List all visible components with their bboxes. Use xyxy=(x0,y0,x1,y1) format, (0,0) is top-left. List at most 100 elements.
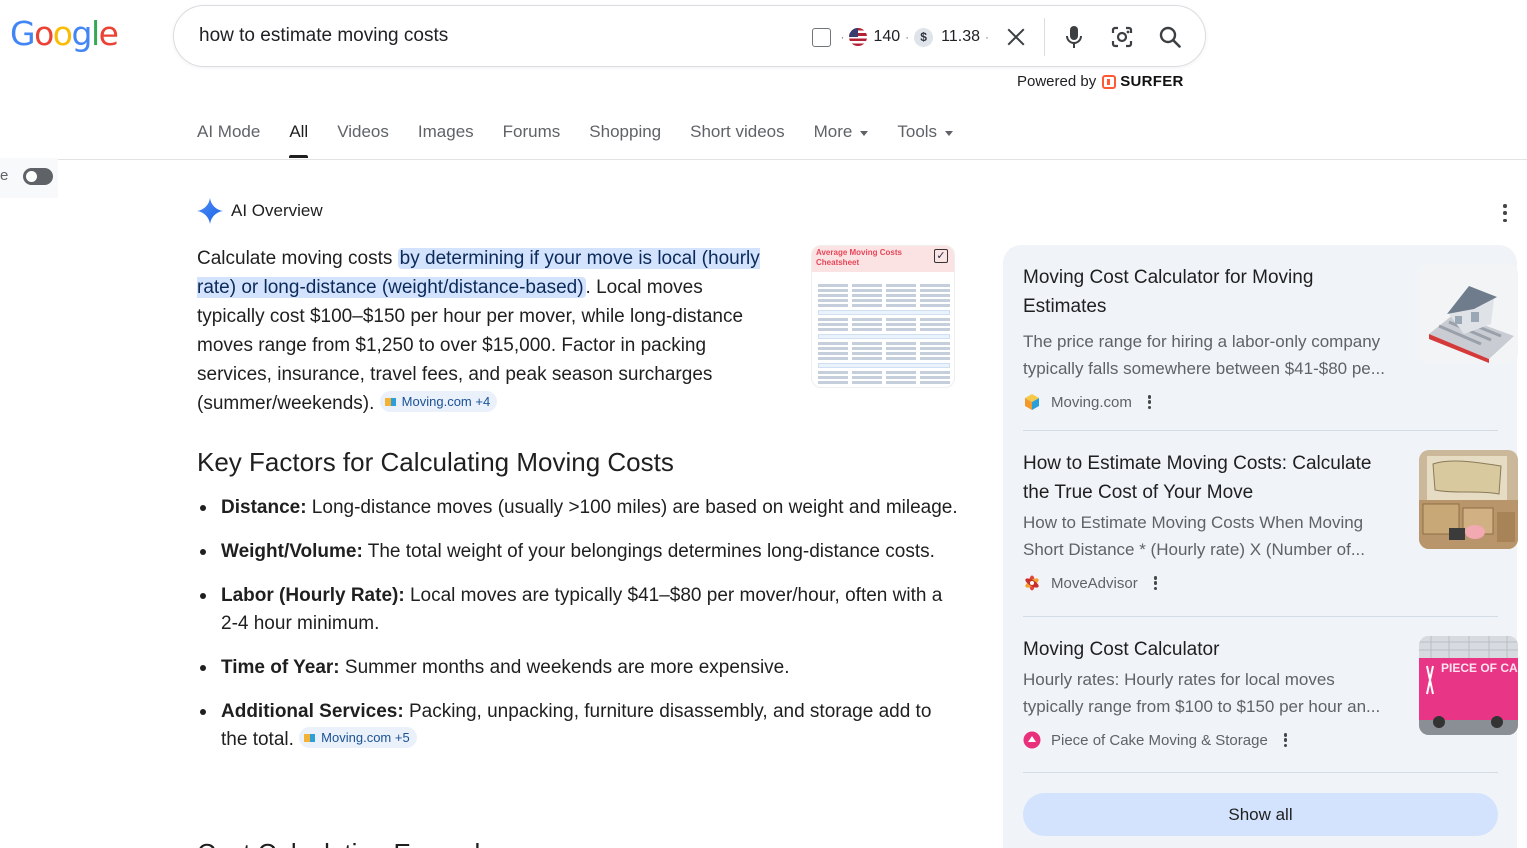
sources-panel: Moving Cost Calculator for Moving Estima… xyxy=(1003,245,1518,848)
microphone-icon[interactable] xyxy=(1061,24,1087,50)
search-input[interactable]: how to estimate moving costs xyxy=(199,25,448,47)
moving-com-icon xyxy=(1023,393,1041,411)
logo-letter: g xyxy=(71,14,92,53)
more-options-icon[interactable] xyxy=(1500,204,1510,222)
more-options-icon[interactable] xyxy=(1153,576,1158,590)
clear-search-icon[interactable] xyxy=(1004,25,1028,49)
factor-text: Summer months and weekends are more expe… xyxy=(339,657,790,678)
piece-of-cake-icon xyxy=(1023,731,1041,749)
cheatsheet-table xyxy=(812,272,954,384)
moving-com-icon xyxy=(304,732,316,743)
source-chip[interactable]: Moving.com +5 xyxy=(299,727,417,748)
logo-letter: l xyxy=(90,14,100,53)
surfer-logo-icon xyxy=(1102,74,1117,89)
search-tabs: AI Mode All Videos Images Forums Shoppin… xyxy=(197,122,982,158)
logo-letter: o xyxy=(52,14,73,53)
section-heading: Key Factors for Calculating Moving Costs xyxy=(197,447,674,477)
tab-videos[interactable]: Videos xyxy=(337,122,389,158)
section-heading: Cost Calculation Examples xyxy=(197,838,508,848)
source-chip-label: Moving.com +4 xyxy=(401,394,491,409)
search-box[interactable]: how to estimate moving costs · 140 · $ 1… xyxy=(173,5,1206,67)
source-title[interactable]: Moving Cost Calculator for Moving Estima… xyxy=(1023,263,1388,321)
powered-by-surfer[interactable]: Powered by SURFER xyxy=(1017,73,1184,90)
ai-overview-header: AI Overview xyxy=(197,198,323,224)
toggle-switch[interactable] xyxy=(23,168,53,185)
source-title[interactable]: Moving Cost Calculator xyxy=(1023,635,1388,664)
cheatsheet-title: Average Moving Costs Cheatsheet xyxy=(816,248,902,267)
surfer-brand: SURFER xyxy=(1120,73,1184,90)
keyword-checkbox[interactable] xyxy=(812,27,832,47)
moving-boxes-thumbnail[interactable] xyxy=(1419,450,1518,549)
tab-more[interactable]: More xyxy=(814,122,869,158)
source-site-name: MoveAdvisor xyxy=(1051,574,1138,592)
moveadvisor-icon xyxy=(1023,574,1041,592)
moving-com-icon xyxy=(384,396,396,407)
divider xyxy=(1023,430,1498,431)
side-toggle-panel: e xyxy=(0,158,58,198)
separator-dot: · xyxy=(840,30,845,44)
tabs-divider xyxy=(0,159,1527,160)
list-item: Labor (Hourly Rate): Local moves are typ… xyxy=(197,582,962,638)
chevron-down-icon xyxy=(945,131,954,136)
cheatsheet-image[interactable]: Average Moving Costs Cheatsheet ✓ xyxy=(811,245,955,388)
factor-term: Additional Services: xyxy=(221,701,404,722)
tab-all[interactable]: All xyxy=(289,122,308,158)
tab-more-label: More xyxy=(813,122,853,141)
separator-dot: · xyxy=(985,30,989,44)
divider xyxy=(1044,18,1045,56)
tab-tools[interactable]: Tools xyxy=(897,122,954,158)
search-icon[interactable] xyxy=(1157,24,1183,50)
show-all-button[interactable]: Show all xyxy=(1023,793,1498,836)
tab-images[interactable]: Images xyxy=(418,122,474,158)
factor-text: Long-distance moves (usually >100 miles)… xyxy=(306,497,958,518)
ai-overview-title: AI Overview xyxy=(231,201,323,220)
source-snippet: Hourly rates: Hourly rates for local mov… xyxy=(1023,670,1381,716)
tab-ai-mode[interactable]: AI Mode xyxy=(197,122,260,158)
summary-text: Calculate moving costs xyxy=(197,248,398,269)
logo-letter: G xyxy=(10,14,36,53)
logo-letter: o xyxy=(34,14,54,53)
toggle-label: e xyxy=(0,167,9,184)
cheatsheet-header: Average Moving Costs Cheatsheet ✓ xyxy=(812,246,954,272)
camera-lens-icon[interactable] xyxy=(1109,24,1135,50)
separator-dot: · xyxy=(905,30,910,44)
chevron-down-icon xyxy=(860,131,869,136)
factor-term: Distance: xyxy=(221,497,307,518)
factor-text: The total weight of your belongings dete… xyxy=(362,541,935,562)
house-calculator-thumbnail[interactable] xyxy=(1419,264,1518,363)
key-factors-list: Distance: Long-distance moves (usually >… xyxy=(197,494,962,770)
tab-shopping[interactable]: Shopping xyxy=(589,122,661,158)
source-title[interactable]: How to Estimate Moving Costs: Calculate … xyxy=(1023,449,1388,507)
cpc-value: 11.38 xyxy=(941,28,980,45)
source-chip[interactable]: Moving.com +4 xyxy=(379,391,498,412)
us-flag-icon xyxy=(849,28,868,46)
tab-forums[interactable]: Forums xyxy=(503,122,561,158)
more-options-icon[interactable] xyxy=(1283,733,1288,747)
checkmark-icon: ✓ xyxy=(934,249,948,263)
powered-by-label: Powered by xyxy=(1017,73,1097,90)
tab-tools-label: Tools xyxy=(897,122,938,141)
thumb-text: PIECE OF CAKE xyxy=(1441,661,1518,675)
dollar-coin-icon: $ xyxy=(914,27,934,47)
factor-term: Time of Year: xyxy=(221,657,340,678)
source-site-name: Moving.com xyxy=(1051,393,1132,411)
piece-of-cake-truck-thumbnail[interactable]: PIECE OF CAKE xyxy=(1419,636,1518,735)
source-site: MoveAdvisor xyxy=(1023,574,1498,592)
tab-short-videos[interactable]: Short videos xyxy=(690,122,785,158)
list-item: Weight/Volume: The total weight of your … xyxy=(197,538,962,566)
source-site: Moving.com xyxy=(1023,393,1498,411)
source-site-name: Piece of Cake Moving & Storage xyxy=(1051,731,1268,749)
search-volume: 140 xyxy=(873,28,901,45)
ai-overview-summary: Calculate moving costs by determining if… xyxy=(197,244,767,418)
list-item: Distance: Long-distance moves (usually >… xyxy=(197,494,962,522)
list-item: Time of Year: Summer months and weekends… xyxy=(197,654,962,682)
factor-term: Weight/Volume: xyxy=(221,541,363,562)
divider xyxy=(1023,616,1498,617)
google-logo[interactable]: Google xyxy=(10,14,119,53)
search-box-actions: · 140 · $ 11.38 · xyxy=(812,6,1205,68)
logo-letter: e xyxy=(98,14,119,53)
more-options-icon[interactable] xyxy=(1147,395,1152,409)
divider xyxy=(1023,772,1498,773)
gemini-sparkle-icon xyxy=(197,198,223,224)
source-chip-label: Moving.com +5 xyxy=(321,730,410,745)
